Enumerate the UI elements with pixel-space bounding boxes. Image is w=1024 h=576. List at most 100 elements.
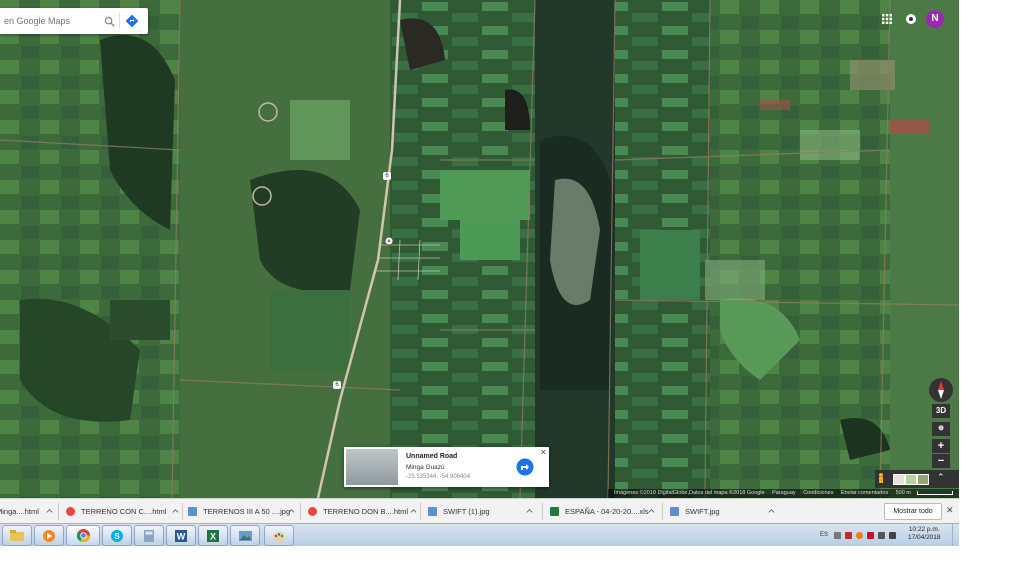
explorer-taskbar-button[interactable] — [2, 525, 32, 546]
excel-taskbar-button[interactable]: X — [198, 525, 228, 546]
system-clock[interactable]: 10:22 p.m. 17/04/2018 — [908, 526, 941, 542]
place-title: Unnamed Road — [406, 453, 458, 460]
directions-icon[interactable] — [516, 458, 534, 476]
close-icon[interactable]: ✕ — [540, 448, 547, 457]
pictures-icon — [238, 530, 252, 541]
download-label: SWIFT (1).jpg — [443, 507, 490, 516]
close-icon[interactable]: ✕ — [946, 505, 954, 516]
chrome-icon — [76, 528, 90, 543]
keyboard-icon[interactable] — [834, 531, 842, 539]
download-label: TERRENO CON C....html — [81, 507, 167, 516]
chrome-html-icon — [66, 507, 75, 516]
scale-bar — [916, 490, 953, 495]
media-player-taskbar-button[interactable] — [34, 525, 64, 546]
skype-icon: S — [111, 529, 123, 542]
word-taskbar-button[interactable]: W — [166, 525, 196, 546]
pegman-icon[interactable] — [877, 473, 885, 485]
chrome-taskbar-button[interactable] — [66, 525, 100, 546]
divider — [662, 503, 663, 520]
scale-label[interactable]: 500 m — [896, 490, 911, 496]
download-item[interactable]: SWIFT (1).jpg — [428, 499, 540, 524]
update-icon[interactable] — [856, 531, 864, 539]
chevron-up-icon[interactable] — [768, 508, 775, 515]
chevron-up-icon[interactable] — [410, 508, 417, 515]
pictures-taskbar-button[interactable] — [230, 525, 260, 546]
image-file-icon — [188, 507, 197, 516]
layer-thumb-earth[interactable] — [917, 474, 929, 485]
download-bar: Minga....html TERRENO CON C....html TERR… — [0, 498, 959, 524]
street-view-thumbnail[interactable] — [346, 449, 398, 485]
feedback-link[interactable]: Enviar comentarios — [841, 490, 888, 496]
country-link[interactable]: Paraguay — [772, 490, 796, 496]
chevron-up-icon[interactable] — [172, 508, 179, 515]
place-coordinates[interactable]: -25.535344, -54.906404 — [406, 474, 470, 480]
clock-date: 17/04/2018 — [908, 534, 941, 541]
download-label: TERRENO DON B....html — [323, 507, 409, 516]
apps-grid-icon[interactable] — [881, 13, 893, 25]
antivirus-icon[interactable] — [845, 531, 853, 539]
download-label: ESPAÑA - 04-20-20....xls — [565, 507, 649, 516]
zoom-in-button[interactable]: + — [932, 439, 950, 453]
layer-thumb-map[interactable] — [893, 474, 905, 485]
chevron-up-icon[interactable] — [46, 508, 53, 515]
layer-thumb-terrain[interactable] — [905, 474, 917, 485]
calculator-taskbar-button[interactable] — [134, 525, 164, 546]
paint-icon — [273, 531, 285, 542]
tilt-button[interactable]: ⊕ — [932, 422, 950, 436]
3d-button[interactable]: 3D — [932, 404, 950, 418]
chevron-up-icon[interactable] — [648, 508, 655, 515]
download-item[interactable]: TERRENO CON C....html — [66, 499, 182, 524]
download-item[interactable]: TERRENOS III A 50 ....jpg — [188, 499, 298, 524]
media-player-icon — [43, 529, 55, 542]
system-tray: ES — [820, 528, 900, 542]
search-icon[interactable] — [104, 16, 115, 27]
image-file-icon — [428, 507, 437, 516]
terms-link[interactable]: Condiciones — [803, 490, 833, 496]
paint-taskbar-button[interactable] — [264, 525, 294, 546]
search-box[interactable] — [0, 8, 148, 34]
download-label: TERRENOS III A 50 ....jpg — [203, 507, 291, 516]
excel-icon: X — [207, 529, 219, 542]
volume-icon[interactable] — [889, 531, 897, 539]
skype-taskbar-button[interactable]: S — [102, 525, 132, 546]
excel-file-icon — [550, 507, 559, 516]
chrome-html-icon — [308, 507, 317, 516]
search-input[interactable] — [2, 15, 102, 27]
zoom-out-button[interactable]: − — [932, 454, 950, 468]
place-locality: Minga Guazú — [406, 464, 445, 471]
download-item[interactable]: SWIFT.jpg — [670, 499, 782, 524]
chevron-up-icon[interactable] — [526, 508, 533, 515]
user-avatar[interactable]: N — [926, 10, 944, 28]
divider — [182, 503, 183, 520]
expand-layers-button[interactable]: ⌃ — [937, 472, 945, 483]
map-pin-icon[interactable] — [384, 236, 394, 246]
divider — [58, 503, 59, 520]
route-shield: 6 — [333, 381, 341, 389]
show-desktop-button[interactable] — [952, 524, 960, 546]
route-shield: 6 — [383, 172, 391, 180]
windows-taskbar: S W X ES 10:22 p.m. 17/04/2018 — [0, 523, 959, 546]
place-info-card[interactable]: Unnamed Road Minga Guazú -25.535344, -54… — [344, 447, 549, 487]
flag-icon[interactable] — [867, 531, 875, 539]
svg-text:W: W — [177, 531, 186, 541]
directions-icon[interactable] — [126, 15, 138, 27]
download-label: Minga....html — [0, 507, 39, 516]
chevron-up-icon[interactable] — [288, 508, 295, 515]
compass-icon[interactable] — [928, 377, 954, 403]
download-item[interactable]: Minga....html — [0, 499, 56, 524]
location-icon[interactable] — [905, 13, 917, 25]
image-file-icon — [670, 507, 679, 516]
svg-text:S: S — [114, 532, 120, 541]
download-item[interactable]: TERRENO DON B....html — [308, 499, 418, 524]
map-view[interactable]: 6 6 N 3D ⊕ + − — [0, 0, 959, 498]
language-indicator[interactable]: ES — [820, 532, 828, 538]
network-icon[interactable] — [878, 531, 886, 539]
satellite-imagery[interactable] — [0, 0, 959, 498]
svg-text:X: X — [210, 531, 216, 541]
divider — [300, 503, 301, 520]
show-all-downloads-button[interactable]: Mostrar todo — [884, 503, 942, 520]
divider — [542, 503, 543, 520]
download-item[interactable]: ESPAÑA - 04-20-20....xls — [550, 499, 660, 524]
search-divider — [119, 13, 120, 29]
divider — [420, 503, 421, 520]
